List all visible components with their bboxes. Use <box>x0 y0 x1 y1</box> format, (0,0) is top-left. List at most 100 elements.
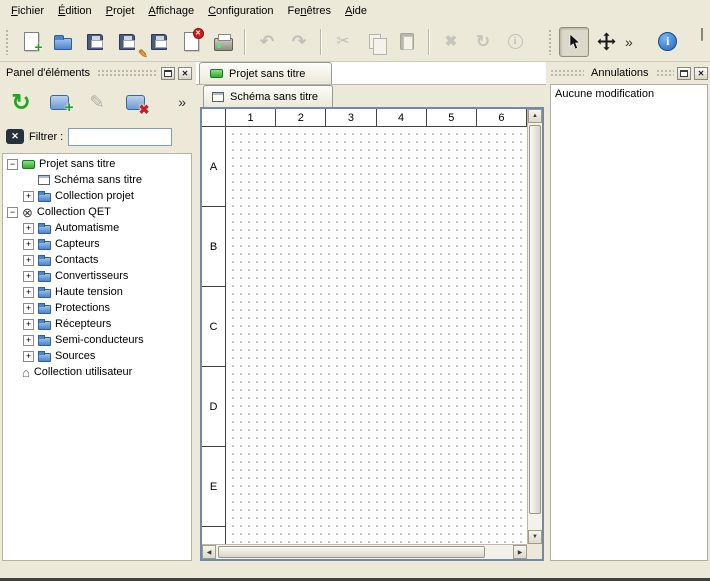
tree-item-automatisme[interactable]: + Automatisme <box>3 220 191 236</box>
folder-icon <box>38 353 51 362</box>
save-icon <box>87 34 103 50</box>
toolbar-grip[interactable] <box>5 29 10 55</box>
folder-icon <box>38 289 51 298</box>
menu-fichier[interactable]: Fichier <box>4 2 51 20</box>
expand-icon[interactable]: + <box>23 351 34 362</box>
menu-edition[interactable]: Édition <box>51 2 99 20</box>
menu-configuration[interactable]: Configuration <box>201 2 280 20</box>
save-all-button[interactable] <box>144 27 174 57</box>
tree-item-projet-sans-titre[interactable]: − Projet sans titre <box>3 156 191 172</box>
elements-tree: − Projet sans titre Schéma sans titre + … <box>2 153 192 561</box>
vertical-scroll-thumb[interactable] <box>529 125 541 514</box>
filter-row: ✕ Filtrer : <box>0 123 194 150</box>
redo-button[interactable]: ↷ <box>284 27 314 57</box>
folder-icon <box>38 273 51 282</box>
menu-label: ichier <box>18 5 44 17</box>
clear-filter-icon[interactable]: ✕ <box>6 129 24 144</box>
expand-icon[interactable]: + <box>23 191 34 202</box>
scroll-up-button[interactable]: ▲ <box>528 109 542 123</box>
rotate-button[interactable]: ↻ <box>468 27 498 57</box>
close-file-button[interactable]: ✕ <box>176 27 206 57</box>
dock-grip[interactable] <box>656 69 675 77</box>
menu-label: rojet <box>113 5 134 17</box>
tree-item-contacts[interactable]: + Contacts <box>3 252 191 268</box>
undo-dock-titlebar[interactable]: Annulations ✕ <box>550 65 708 81</box>
filter-input[interactable] <box>68 128 172 146</box>
undo-history-list[interactable]: Aucune modification <box>550 84 708 561</box>
delete-button[interactable]: ✖ <box>436 27 466 57</box>
toolbar-separator <box>244 29 246 55</box>
tree-item-capteurs[interactable]: + Capteurs <box>3 236 191 252</box>
save-button[interactable] <box>80 27 110 57</box>
close-dock-button[interactable]: ✕ <box>178 67 192 80</box>
select-tool-button[interactable] <box>559 27 589 57</box>
expand-icon[interactable]: + <box>23 239 34 250</box>
open-folder-icon <box>54 38 72 50</box>
tab-projet-sans-titre[interactable]: Projet sans titre <box>199 62 332 84</box>
tree-item-schema-sans-titre[interactable]: Schéma sans titre <box>3 172 191 188</box>
toolbar-overflow-button[interactable]: » <box>622 34 636 50</box>
tree-item-recepteurs[interactable]: + Récepteurs <box>3 316 191 332</box>
horizontal-scrollbar[interactable]: ◀ ▶ <box>202 544 527 559</box>
new-project-button[interactable]: + <box>16 27 46 57</box>
float-dock-button[interactable] <box>161 67 175 80</box>
collapse-icon[interactable]: − <box>7 159 18 170</box>
save-all-icon <box>151 34 167 50</box>
tree-item-label: Haute tension <box>55 286 123 298</box>
undo-button[interactable]: ↶ <box>252 27 282 57</box>
tree-item-haute-tension[interactable]: + Haute tension <box>3 284 191 300</box>
menu-label: dition <box>65 5 91 17</box>
pencil-icon: ✎ <box>138 47 148 61</box>
tree-item-label: Contacts <box>55 254 98 266</box>
expand-icon[interactable]: + <box>23 319 34 330</box>
collapse-icon[interactable]: − <box>7 207 18 218</box>
panel-toolbar-overflow-button[interactable]: » <box>178 94 190 110</box>
print-button[interactable] <box>208 27 238 57</box>
expand-icon[interactable]: + <box>23 255 34 266</box>
scroll-down-button[interactable]: ▼ <box>528 530 542 544</box>
delete-element-button[interactable]: ✖ <box>118 85 152 119</box>
dock-grip[interactable] <box>97 69 158 77</box>
tree-item-convertisseurs[interactable]: + Convertisseurs <box>3 268 191 284</box>
expand-icon[interactable]: + <box>23 303 34 314</box>
menu-aide[interactable]: Aide <box>338 2 374 20</box>
tree-item-collection-utilisateur[interactable]: ⌂ Collection utilisateur <box>3 364 191 380</box>
close-dock-button[interactable]: ✕ <box>694 67 708 80</box>
tree-item-protections[interactable]: + Protections <box>3 300 191 316</box>
reload-collections-button[interactable]: ↻ <box>4 85 38 119</box>
menu-fenetres[interactable]: Fenêtres <box>281 2 338 20</box>
expand-icon[interactable]: + <box>23 287 34 298</box>
new-element-button[interactable]: + <box>42 85 76 119</box>
expand-icon[interactable]: + <box>23 271 34 282</box>
save-as-button[interactable]: ✎ <box>112 27 142 57</box>
copy-button[interactable] <box>360 27 390 57</box>
folder-icon <box>38 257 51 266</box>
cut-button[interactable]: ✂ <box>328 27 358 57</box>
scroll-left-button[interactable]: ◀ <box>202 545 216 559</box>
float-dock-button[interactable] <box>677 67 691 80</box>
expand-icon[interactable]: + <box>23 223 34 234</box>
tree-item-label: Sources <box>55 350 95 362</box>
element-info-button[interactable]: i <box>500 27 530 57</box>
clipped-toolbar-button[interactable] <box>701 28 710 56</box>
paste-button[interactable] <box>392 27 422 57</box>
horizontal-scroll-thumb[interactable] <box>218 546 485 558</box>
tree-item-sources[interactable]: + Sources <box>3 348 191 364</box>
scroll-right-button[interactable]: ▶ <box>513 545 527 559</box>
diagram-canvas[interactable] <box>226 127 527 544</box>
tab-schema-sans-titre[interactable]: Schéma sans titre <box>203 85 333 107</box>
elements-panel-titlebar[interactable]: Panel d'éléments ✕ <box>2 65 192 81</box>
vertical-scrollbar[interactable]: ▲ ▼ <box>527 109 542 544</box>
menu-affichage[interactable]: Affichage <box>141 2 201 20</box>
tree-item-collection-projet[interactable]: + Collection projet <box>3 188 191 204</box>
dock-grip[interactable] <box>550 69 584 77</box>
expand-icon[interactable]: + <box>23 335 34 346</box>
open-project-button[interactable] <box>48 27 78 57</box>
tree-item-semi-conducteurs[interactable]: + Semi-conducteurs <box>3 332 191 348</box>
tree-item-collection-qet[interactable]: − ⊗ Collection QET <box>3 204 191 220</box>
about-button[interactable]: i <box>653 27 683 57</box>
toolbar-grip[interactable] <box>548 29 553 55</box>
move-tool-button[interactable] <box>591 27 621 57</box>
menu-projet[interactable]: Projet <box>99 2 142 20</box>
edit-element-button[interactable]: ✎ <box>80 85 114 119</box>
